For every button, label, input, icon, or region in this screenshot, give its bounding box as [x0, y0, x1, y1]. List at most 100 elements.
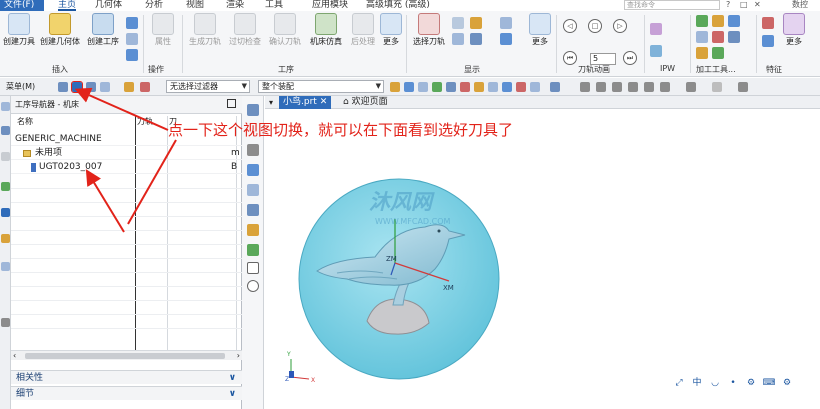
render-icon-2[interactable]: [596, 82, 606, 92]
constraint-navigator-icon[interactable]: [1, 152, 10, 161]
display-icon-6[interactable]: [500, 33, 512, 45]
snap-icon-9[interactable]: [502, 82, 512, 92]
step-forward-icon[interactable]: ⏭: [623, 51, 637, 65]
resource-icon-4[interactable]: [247, 184, 259, 196]
part-navigator-icon[interactable]: [1, 102, 10, 111]
tab-analysis[interactable]: 分析: [145, 0, 163, 11]
grid-icon[interactable]: [247, 262, 259, 274]
view-icon-3[interactable]: [86, 82, 96, 92]
tab-welcome[interactable]: ⌂ 欢迎页面: [339, 96, 392, 109]
tab-part-file[interactable]: 小鸟.prt ✕: [279, 96, 332, 109]
scroll-thumb[interactable]: [25, 353, 225, 359]
display-icon-5[interactable]: [500, 17, 512, 29]
nc-label[interactable]: 数控: [792, 0, 808, 10]
tab-home[interactable]: 主页: [58, 0, 77, 11]
dependencies-section[interactable]: 相关性 ∨: [11, 370, 242, 384]
gouge-check-button[interactable]: 过切检查: [226, 13, 264, 47]
restore-icon[interactable]: □: [740, 0, 748, 10]
help-icon[interactable]: ?: [726, 0, 730, 10]
tab-application[interactable]: 应用模块: [312, 0, 348, 11]
close-icon[interactable]: ✕: [320, 97, 328, 107]
display-more-button[interactable]: 更多: [528, 13, 552, 47]
close-icon[interactable]: ✕: [754, 0, 761, 10]
search-input[interactable]: 查找命令: [624, 0, 720, 10]
history-icon[interactable]: [1, 318, 10, 327]
shading-icon[interactable]: [712, 82, 722, 92]
moon-icon[interactable]: ◡: [708, 376, 722, 390]
insert-small-icon-2[interactable]: [126, 33, 138, 45]
reuse-library-icon[interactable]: [1, 262, 10, 271]
render-icon-1[interactable]: [580, 82, 590, 92]
fit-view-icon[interactable]: ⤢: [672, 376, 686, 390]
generate-toolpath-button[interactable]: 生成刀轨: [186, 13, 224, 47]
resource-icon-2[interactable]: [247, 144, 259, 156]
resource-icon-6[interactable]: [247, 224, 259, 236]
snap-icon-12[interactable]: [550, 82, 560, 92]
tab-file[interactable]: 文件(F): [0, 0, 44, 11]
display-mode-icon[interactable]: [686, 82, 696, 92]
snap-icon-1[interactable]: [390, 82, 400, 92]
snap-icon-6[interactable]: [460, 82, 470, 92]
process-more-button[interactable]: 更多: [380, 13, 402, 47]
tab-geometry[interactable]: 几何体: [95, 0, 122, 11]
filter-icon-1[interactable]: [124, 82, 134, 92]
tool-icon-1[interactable]: [696, 15, 708, 27]
verify-toolpath-button[interactable]: 确认刀轨: [266, 13, 304, 47]
feature-icon-1[interactable]: [762, 17, 774, 29]
tab-advanced-fill[interactable]: 高级填充 (高级): [366, 0, 430, 11]
tab-list-icon[interactable]: ▾: [265, 96, 278, 109]
render-icon-6[interactable]: [660, 82, 670, 92]
tab-view[interactable]: 视图: [186, 0, 204, 11]
graphics-window[interactable]: 沐风网 WWW.MFCAD.COM ZM XM Y X Z: [265, 109, 820, 409]
machine-simulation-button[interactable]: 机床仿真: [306, 13, 346, 47]
tool-icon-3[interactable]: [728, 15, 740, 27]
view-icon-1[interactable]: [58, 82, 68, 92]
insert-small-icon-3[interactable]: [126, 49, 138, 61]
render-icon-3[interactable]: [612, 82, 622, 92]
tab-tools[interactable]: 工具: [265, 0, 283, 11]
snap-icon-2[interactable]: [404, 82, 414, 92]
postprocess-button[interactable]: 后处理: [348, 13, 378, 47]
create-geometry-button[interactable]: 创建几何体: [38, 13, 82, 47]
filter-icon-2[interactable]: [140, 82, 150, 92]
view-switch-icon[interactable]: [71, 81, 83, 93]
create-tool-button[interactable]: 创建刀具: [2, 13, 36, 47]
column-toolpath[interactable]: 刀轨: [137, 116, 153, 128]
ipw-icon-2[interactable]: [650, 45, 662, 57]
tool-icon-5[interactable]: [712, 31, 724, 43]
render-icon-4[interactable]: [628, 82, 638, 92]
snap-icon-8[interactable]: [488, 82, 498, 92]
assembly-filter-combo[interactable]: 整个装配 ▼: [258, 80, 384, 93]
view-icon-4[interactable]: [100, 82, 110, 92]
resource-icon-3[interactable]: [247, 164, 259, 176]
render-icon-5[interactable]: [644, 82, 654, 92]
step-back-icon[interactable]: ⏮: [563, 51, 577, 65]
snap-icon-7[interactable]: [474, 82, 484, 92]
resource-icon-5[interactable]: [247, 204, 259, 216]
input-mode-icon[interactable]: 中: [690, 376, 704, 390]
scroll-right-icon[interactable]: ›: [237, 351, 240, 361]
features-more-button[interactable]: 更多: [782, 13, 806, 47]
assembly-navigator-icon[interactable]: [1, 126, 10, 135]
machine-navigator-icon[interactable]: [1, 234, 10, 243]
tool-icon-7[interactable]: [696, 47, 708, 59]
select-toolpath-button[interactable]: 选择刀轨: [410, 13, 448, 47]
tree-row-tool[interactable]: UGT0203_007 B: [11, 161, 242, 174]
tool-icon-2[interactable]: [712, 15, 724, 27]
properties-button[interactable]: 属性: [148, 13, 178, 47]
settings-icon[interactable]: ⚙: [744, 376, 758, 390]
display-icon-1[interactable]: [452, 17, 464, 29]
snap-icon-3[interactable]: [418, 82, 428, 92]
details-section[interactable]: 细节 ∨: [11, 386, 242, 400]
snap-icon-4[interactable]: [432, 82, 442, 92]
tool-icon-8[interactable]: [712, 47, 724, 59]
tab-render[interactable]: 渲染: [226, 0, 244, 11]
scroll-left-icon[interactable]: ‹: [13, 351, 16, 361]
display-icon-3[interactable]: [452, 33, 464, 45]
ipw-icon-1[interactable]: [650, 23, 662, 35]
menu-button[interactable]: 菜单(M): [6, 81, 35, 92]
tool-icon-6[interactable]: [728, 31, 740, 43]
display-icon-4[interactable]: [470, 33, 482, 45]
play-circle-icon[interactable]: [247, 280, 259, 292]
feature-icon-2[interactable]: [762, 35, 774, 47]
